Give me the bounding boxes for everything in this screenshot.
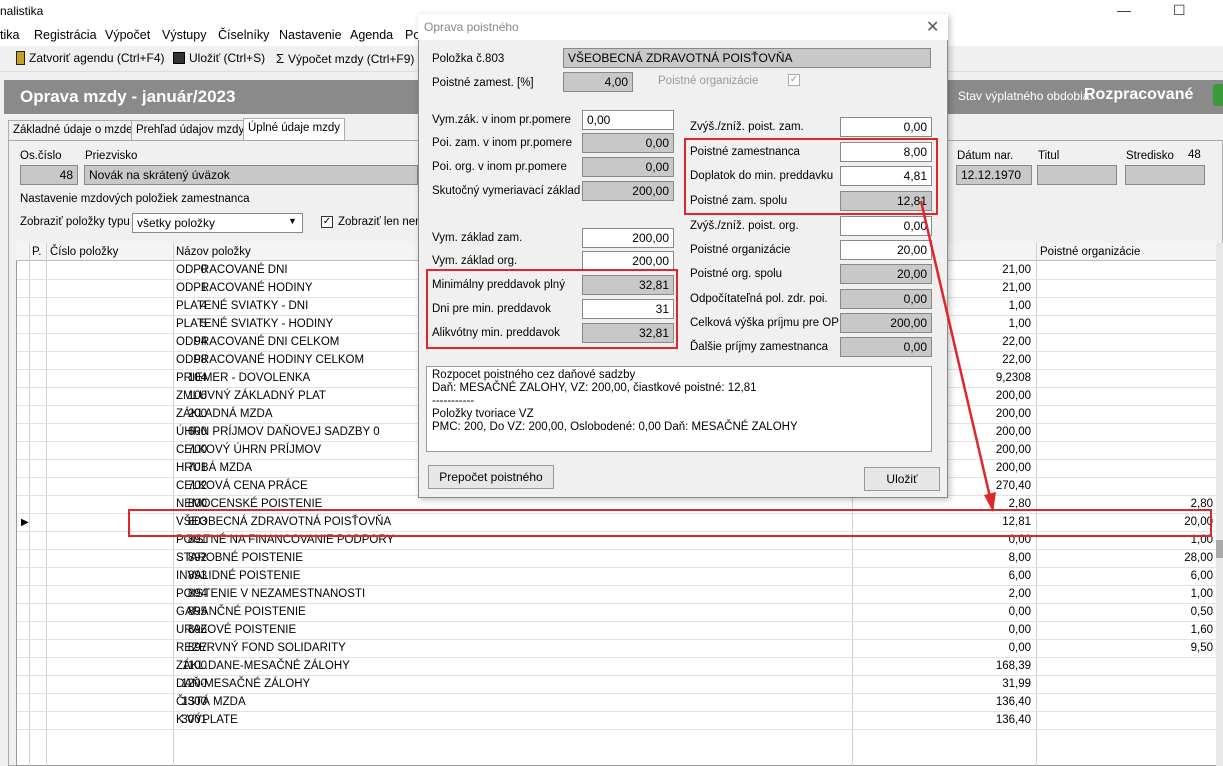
arrow-annotation	[919, 200, 996, 512]
